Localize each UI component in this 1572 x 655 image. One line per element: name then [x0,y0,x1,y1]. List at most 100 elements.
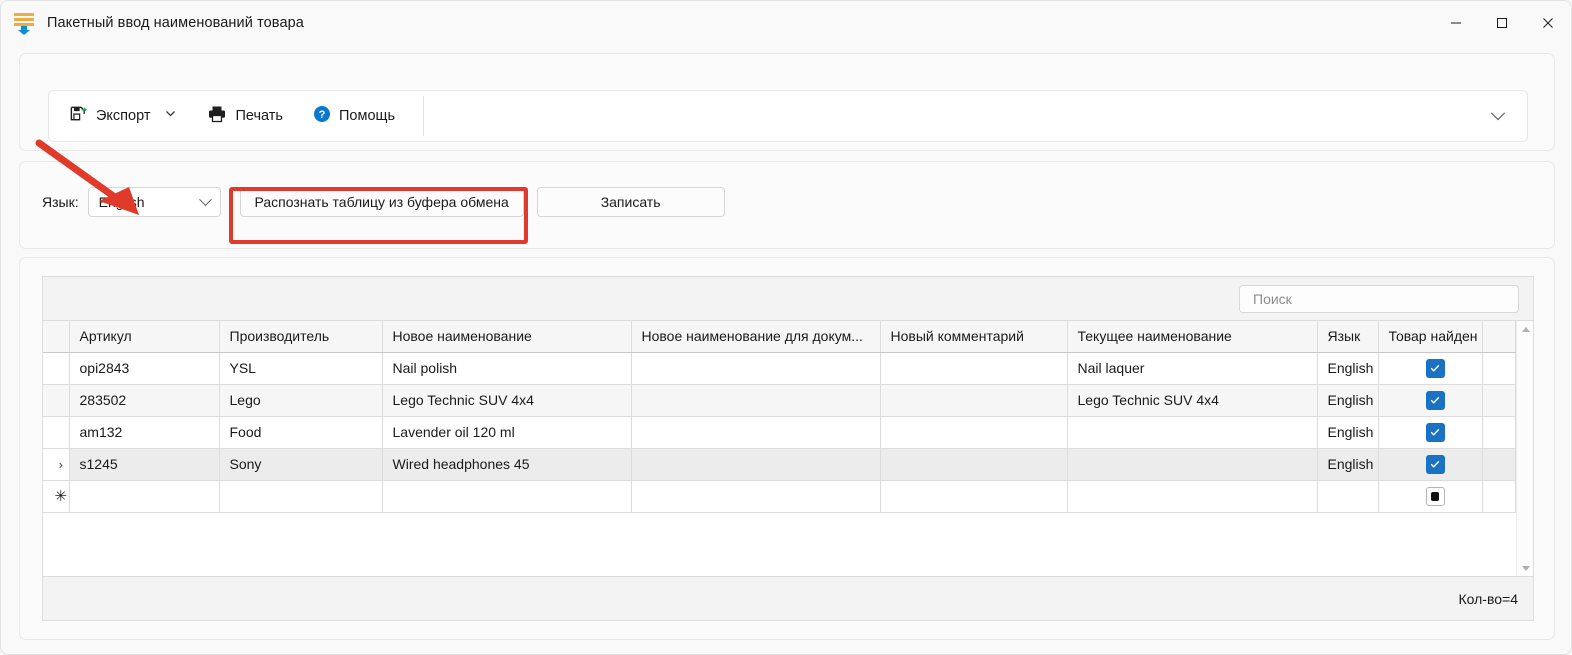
cell-new-comment[interactable] [880,416,1068,449]
app-window: Пакетный ввод наименований товара Экспор… [0,0,1572,655]
grid-toolbar [43,277,1533,321]
chevron-down-icon [1490,106,1506,121]
table-row[interactable]: am132 Food Lavender oil 120 ml English [43,416,1516,449]
cell-filler [1482,416,1516,449]
cell-article[interactable]: s1245 [69,448,220,481]
cell-manufacturer[interactable]: Food [219,416,383,449]
help-label: Помощь [339,108,396,124]
cell-current-name[interactable]: Lego Technic SUV 4x4 [1067,384,1318,417]
column-header-current-name[interactable]: Текущее наименование [1067,321,1318,353]
column-header-new-comment[interactable]: Новый комментарий [880,321,1068,353]
row-indicator[interactable] [43,384,70,417]
cell-new-name-doc[interactable] [631,352,881,385]
cell-article[interactable] [69,480,220,513]
cell-new-name-doc[interactable] [631,416,881,449]
batch-import-icon [13,12,35,35]
cell-current-name[interactable] [1067,480,1318,513]
column-header-manufacturer[interactable]: Производитель [219,321,383,353]
cell-language[interactable]: English [1317,384,1379,417]
cell-manufacturer[interactable]: Sony [219,448,383,481]
column-header-new-name[interactable]: Новое наименование [382,321,632,353]
cell-manufacturer[interactable]: Lego [219,384,383,417]
export-label: Экспорт [96,108,151,124]
checkbox-checked-icon[interactable] [1425,454,1445,474]
cell-language[interactable]: English [1317,416,1379,449]
cell-new-name[interactable]: Lego Technic SUV 4x4 [382,384,632,417]
cell-language[interactable]: English [1317,448,1379,481]
cell-new-name-doc[interactable] [631,480,881,513]
cell-new-comment[interactable] [880,480,1068,513]
row-indicator[interactable] [43,416,70,449]
cell-product-found[interactable] [1378,416,1483,449]
language-row: Язык: English Распознать таблицу из буфе… [42,187,725,217]
window-controls [1433,1,1571,45]
language-select[interactable]: English [87,187,221,217]
column-header-article[interactable]: Артикул [69,321,220,353]
close-icon[interactable] [1525,1,1571,45]
checkbox-indeterminate-icon[interactable] [1425,486,1445,506]
language-selected-value: English [98,194,145,210]
chevron-down-icon[interactable] [164,107,177,125]
export-button[interactable]: Экспорт [59,99,187,133]
svg-text:?: ? [319,109,326,121]
cell-article[interactable]: 283502 [69,384,220,417]
cell-filler [1482,480,1516,513]
cell-new-name[interactable]: Nail polish [382,352,632,385]
column-header-new-name-doc[interactable]: Новое наименование для докум... [631,321,881,353]
cell-new-comment[interactable] [880,384,1068,417]
cell-product-found[interactable] [1378,352,1483,385]
cell-new-name[interactable] [382,480,632,513]
cell-manufacturer[interactable] [219,480,383,513]
table-row-new[interactable]: ✳ [43,480,1516,513]
column-header-product-found[interactable]: Товар найден [1378,321,1483,353]
maximize-icon[interactable] [1479,1,1525,45]
grid-status-bar: Кол-во=4 [43,576,1533,620]
cell-product-found[interactable] [1378,480,1483,513]
cell-new-name-doc[interactable] [631,384,881,417]
cell-article[interactable]: am132 [69,416,220,449]
checkbox-checked-icon[interactable] [1425,422,1445,442]
toolbar: Экспорт Печать ? Помощь [48,90,1528,142]
cell-new-comment[interactable] [880,352,1068,385]
scroll-up-button[interactable] [1517,321,1534,338]
write-button[interactable]: Записать [536,187,725,217]
cell-new-name[interactable]: Wired headphones 45 [382,448,632,481]
help-button[interactable]: ? Помощь [303,99,405,133]
cell-new-name-doc[interactable] [631,448,881,481]
toolbar-expand-button[interactable] [1483,91,1513,141]
cell-product-found[interactable] [1378,448,1483,481]
table-row[interactable]: › s1245 Sony Wired headphones 45 English [43,448,1516,481]
table-row[interactable]: 283502 Lego Lego Technic SUV 4x4 Lego Te… [43,384,1516,417]
search-input[interactable] [1251,289,1518,308]
new-row-asterisk-icon: ✳ [54,488,68,505]
chevron-down-icon [198,192,212,206]
triangle-up-icon [1521,327,1530,332]
checkbox-checked-icon[interactable] [1425,358,1445,378]
column-header-language[interactable]: Язык [1317,321,1379,353]
minimize-icon[interactable] [1433,1,1479,45]
cell-current-name[interactable] [1067,416,1318,449]
search-box[interactable] [1239,284,1519,313]
cell-language[interactable] [1317,480,1379,513]
grid-body: opi2843 YSL Nail polish Nail laquer Engl… [43,352,1516,513]
print-button[interactable]: Печать [197,99,293,133]
new-row-indicator[interactable]: ✳ [43,480,70,513]
scroll-down-button[interactable] [1517,560,1534,577]
row-header-corner [43,321,70,353]
grid-vertical-scrollbar[interactable] [1516,321,1533,577]
cell-article[interactable]: opi2843 [69,352,220,385]
cell-current-name[interactable] [1067,448,1318,481]
title-bar: Пакетный ввод наименований товара [1,1,1571,45]
recognize-table-from-clipboard-button[interactable]: Распознать таблицу из буфера обмена [239,187,524,217]
checkbox-checked-icon[interactable] [1425,390,1445,410]
cell-filler [1482,352,1516,385]
cell-manufacturer[interactable]: YSL [219,352,383,385]
cell-current-name[interactable]: Nail laquer [1067,352,1318,385]
cell-new-name[interactable]: Lavender oil 120 ml [382,416,632,449]
cell-language[interactable]: English [1317,352,1379,385]
table-row[interactable]: opi2843 YSL Nail polish Nail laquer Engl… [43,352,1516,385]
cell-product-found[interactable] [1378,384,1483,417]
cell-new-comment[interactable] [880,448,1068,481]
row-indicator-current[interactable]: › [43,448,70,481]
row-indicator[interactable] [43,352,70,385]
